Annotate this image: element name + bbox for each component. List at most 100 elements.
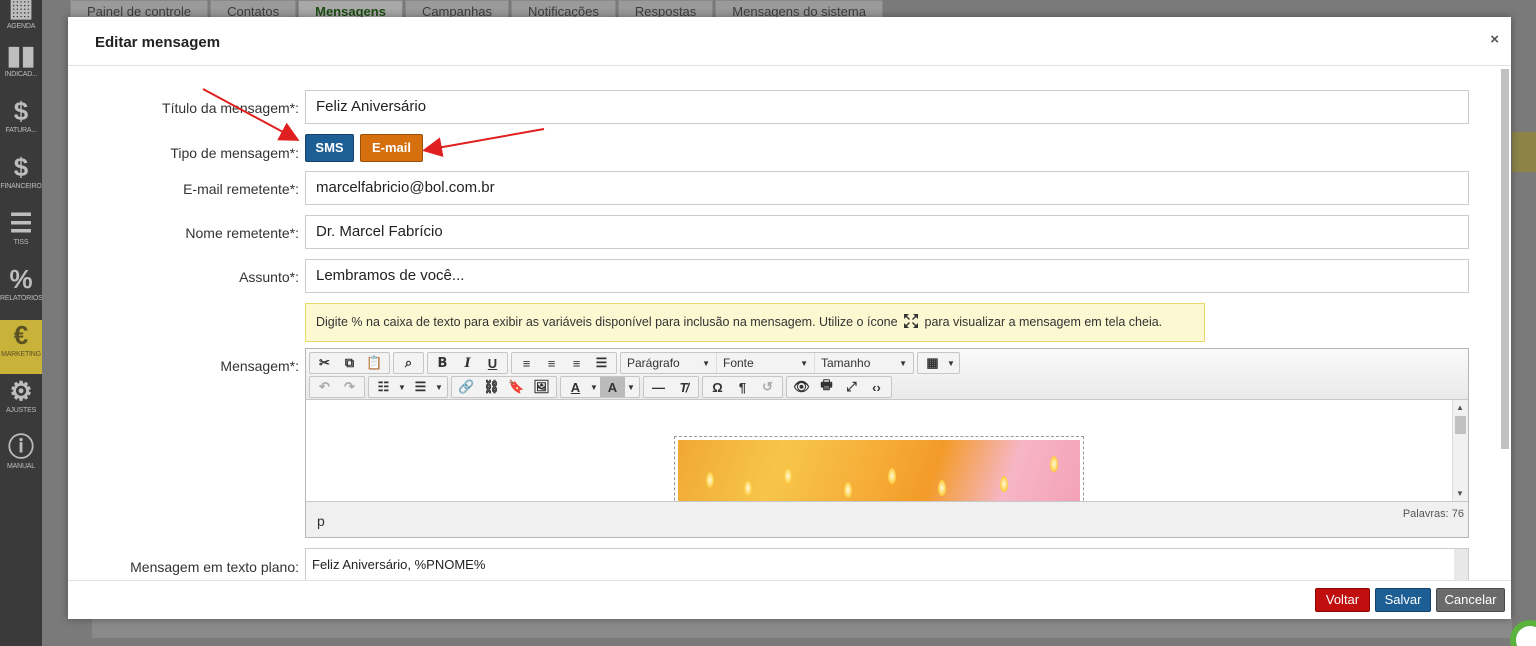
size-select[interactable]: Tamanho ▼ <box>815 353 913 373</box>
modal-header: Editar mensagem × <box>68 17 1511 66</box>
editor-scrollbar[interactable]: ▲ ▼ <box>1452 400 1468 501</box>
editor-toolbar: ✂ ⧉ 📋 ⌕ B I U ≡ ≡ ≡ ☰ Parágrafo ▼ Fonte … <box>306 349 1468 400</box>
clear-format-icon[interactable]: T̸ <box>671 377 696 397</box>
modal-scrollbar[interactable] <box>1501 69 1509 449</box>
dollar-icon: $ <box>13 96 29 126</box>
sidebar-item-manual[interactable]: ⓘ MANUAL <box>0 432 42 486</box>
caret-down-icon[interactable]: ▼ <box>396 377 408 397</box>
element-path[interactable]: p <box>317 513 325 529</box>
sidebar-item-relatorios[interactable]: % RELATÓRIOS <box>0 264 42 318</box>
modal-scroll-thumb[interactable] <box>1501 69 1509 449</box>
editor-content-area[interactable] <box>306 400 1468 501</box>
horizontal-rule-icon[interactable]: — <box>646 377 671 397</box>
redo-icon[interactable]: ↷ <box>337 377 362 397</box>
table-icon[interactable]: ▦ <box>920 353 945 373</box>
bullet-list-icon[interactable]: ☷ <box>371 377 396 397</box>
tab-contatos[interactable]: Contatos <box>210 0 297 19</box>
find-replace-icon[interactable]: ⌕ <box>396 353 421 373</box>
modal-body: Título da mensagem*: Feliz Aniversário T… <box>68 67 1511 580</box>
save-button[interactable]: Salvar <box>1375 588 1431 612</box>
background-color-icon[interactable]: A <box>600 377 625 397</box>
image-icon[interactable]: 🖼 <box>529 377 554 397</box>
preview-icon[interactable]: 👁 <box>789 377 814 397</box>
candle-flame <box>938 480 946 496</box>
font-select[interactable]: Fonte ▼ <box>717 353 815 373</box>
close-icon[interactable]: × <box>1490 31 1499 48</box>
sidebar-item-tiss[interactable]: ☰ TISS <box>0 208 42 262</box>
fullscreen-icon[interactable]: ⤢ <box>839 377 864 397</box>
paste-icon[interactable]: 📋 <box>362 353 387 373</box>
background-pager <box>92 618 1512 638</box>
pilcrow-icon[interactable]: ¶ <box>730 377 755 397</box>
tab-respostas[interactable]: Respostas <box>617 0 714 19</box>
dollar-icon: $ <box>13 152 29 182</box>
info-text-after: para visualizar a mensagem em tela cheia… <box>924 315 1163 329</box>
align-left-icon[interactable]: ≡ <box>514 353 539 373</box>
tab-mensagens[interactable]: Mensagens <box>298 0 403 19</box>
link-icon[interactable]: 🔗 <box>454 377 479 397</box>
scroll-up-icon[interactable]: ▲ <box>1456 403 1464 412</box>
sender-name-field[interactable]: Dr. Marcel Fabrício <box>305 215 1469 249</box>
subject-field[interactable]: Lembramos de você... <box>305 259 1469 293</box>
title-field[interactable]: Feliz Aniversário <box>305 90 1469 124</box>
candle-flame <box>844 482 852 498</box>
sms-button[interactable]: SMS <box>305 134 354 162</box>
sidebar-item-ajustes[interactable]: ⚙ AJUSTES <box>0 376 42 430</box>
candles-picture <box>678 440 1080 501</box>
caret-down-icon: ▼ <box>899 358 907 368</box>
align-right-icon[interactable]: ≡ <box>564 353 589 373</box>
caret-down-icon[interactable]: ▼ <box>625 377 637 397</box>
undo-icon[interactable]: ↶ <box>312 377 337 397</box>
caret-down-icon[interactable]: ▼ <box>433 377 445 397</box>
email-button[interactable]: E-mail <box>360 134 423 162</box>
candle-flame <box>784 468 792 484</box>
caret-down-icon[interactable]: ▼ <box>588 377 600 397</box>
copy-icon[interactable]: ⧉ <box>337 353 362 373</box>
unlink-icon[interactable]: ⛓ <box>479 377 504 397</box>
gear-icon: ⚙ <box>9 376 33 406</box>
underline-icon[interactable]: U <box>480 353 505 373</box>
plain-text-field[interactable]: Feliz Aniversário, %PNOME% <box>305 548 1469 580</box>
background-highlight <box>1512 132 1536 172</box>
bold-icon[interactable]: B <box>430 353 455 373</box>
candle-flame <box>706 472 714 488</box>
info-icon: ⓘ <box>7 432 34 462</box>
birthday-candles-image[interactable] <box>674 436 1084 501</box>
sender-email-field[interactable]: marcelfabricio@bol.com.br <box>305 171 1469 205</box>
tab-campanhas[interactable]: Campanhas <box>404 0 510 19</box>
print-icon[interactable]: 🖶 <box>814 377 839 397</box>
caret-down-icon[interactable]: ▼ <box>945 353 957 373</box>
tab-painel-de-controle[interactable]: Painel de controle <box>70 0 209 19</box>
sender-name-label: Nome remetente*: <box>185 225 299 241</box>
bookmark-icon[interactable]: 🔖 <box>504 377 529 397</box>
special-char-icon[interactable]: Ω <box>705 377 730 397</box>
plain-text-label: Mensagem em texto plano: <box>130 559 299 575</box>
text-color-icon[interactable]: A <box>563 377 588 397</box>
numbered-list-icon[interactable]: ☰ <box>408 377 433 397</box>
cancel-button[interactable]: Cancelar <box>1436 588 1505 612</box>
message-label: Mensagem*: <box>220 358 299 374</box>
sidebar-item-indicadores[interactable]: ▮▮ INDICAD... <box>0 40 42 94</box>
source-code-icon[interactable]: ‹› <box>864 377 889 397</box>
restore-draft-icon[interactable]: ↺ <box>755 377 780 397</box>
cut-icon[interactable]: ✂ <box>312 353 337 373</box>
align-center-icon[interactable]: ≡ <box>539 353 564 373</box>
align-justify-icon[interactable]: ☰ <box>589 353 614 373</box>
plain-text-scrollbar[interactable] <box>1454 549 1468 580</box>
sidebar-item-financeiro[interactable]: $ FINANCEIRO <box>0 152 42 206</box>
tab-notificacoes[interactable]: Notificações <box>511 0 616 19</box>
italic-icon[interactable]: I <box>455 353 480 373</box>
background-tabs: Painel de controle Contatos Mensagens Ca… <box>70 0 885 19</box>
modal-footer: Voltar Salvar Cancelar <box>68 580 1511 619</box>
rich-text-editor: ✂ ⧉ 📋 ⌕ B I U ≡ ≡ ≡ ☰ Parágrafo ▼ Fonte … <box>305 348 1469 538</box>
scroll-down-icon[interactable]: ▼ <box>1456 489 1464 498</box>
tab-mensagens-do-sistema[interactable]: Mensagens do sistema <box>715 0 883 19</box>
caret-down-icon: ▼ <box>800 358 808 368</box>
back-button[interactable]: Voltar <box>1315 588 1370 612</box>
sidebar-item-faturamento[interactable]: $ FATURA... <box>0 96 42 150</box>
paragraph-select[interactable]: Parágrafo ▼ <box>621 353 717 373</box>
scroll-thumb[interactable] <box>1455 416 1466 434</box>
edit-message-modal: Editar mensagem × Título da mensagem*: F… <box>68 17 1511 619</box>
sidebar-item-marketing[interactable]: € MARKETING <box>0 320 42 374</box>
candle-flame <box>888 468 896 484</box>
